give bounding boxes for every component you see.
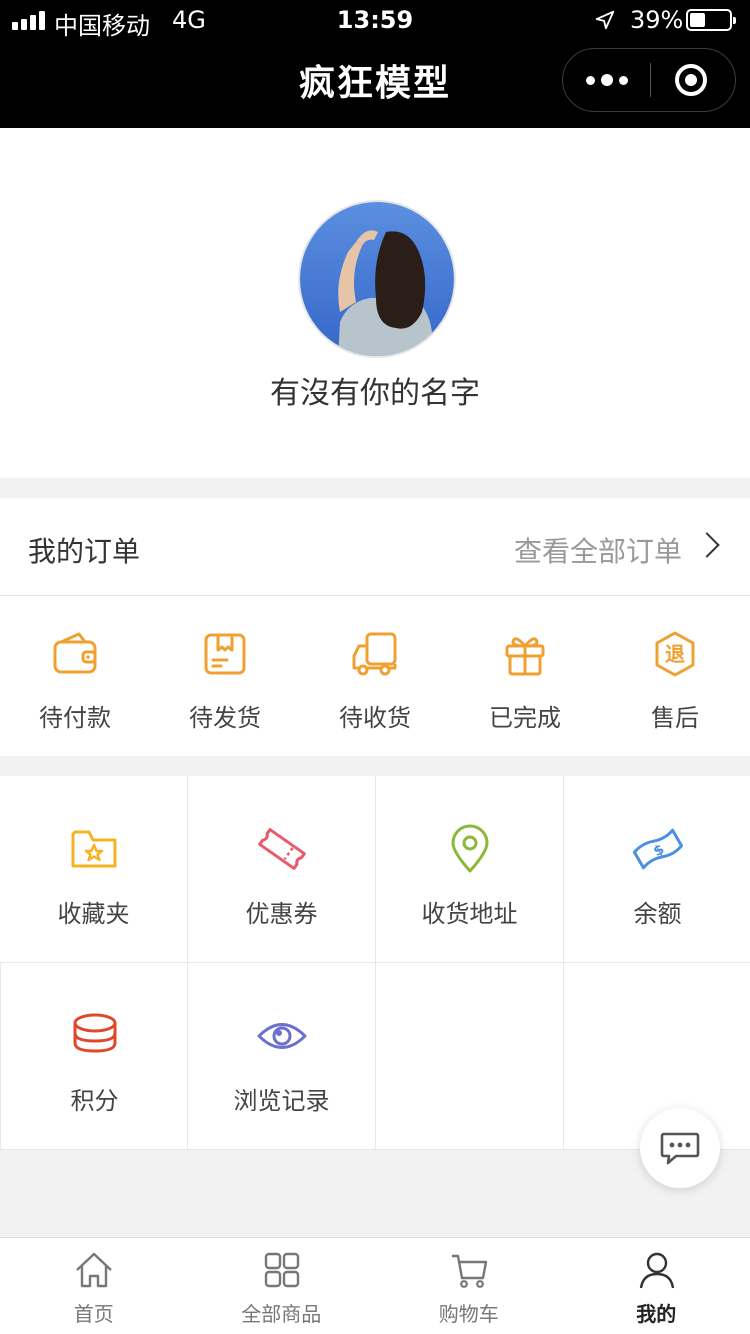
refund-badge-text: 退 — [665, 642, 685, 666]
order-label: 待发货 — [189, 704, 261, 732]
services-grid: 收藏夹 优惠券 收货地址 $ 余额 积分 浏览记录 — [0, 776, 750, 1150]
close-target-icon[interactable] — [675, 64, 707, 96]
service-points[interactable]: 积分 — [0, 963, 188, 1150]
avatar[interactable] — [298, 200, 456, 358]
tab-label: 全部商品 — [241, 1302, 322, 1326]
eye-icon — [257, 1023, 307, 1049]
truck-icon — [352, 632, 397, 676]
service-coupons[interactable]: 优惠券 — [188, 776, 376, 963]
gift-icon — [505, 637, 545, 676]
customer-service-button[interactable] — [640, 1108, 720, 1188]
grid-icon — [264, 1252, 299, 1288]
tab-cart[interactable]: 购物车 — [375, 1238, 563, 1334]
refund-icon: 退 — [655, 631, 695, 677]
avatar-image — [300, 202, 454, 356]
order-label: 售后 — [651, 704, 699, 732]
tab-label: 首页 — [73, 1302, 114, 1326]
order-after-sales[interactable]: 退 售后 — [600, 596, 750, 756]
top-bar: 中国移动 4G 13:59 39% 疯狂模型 — [0, 0, 750, 128]
more-options-icon[interactable] — [563, 49, 650, 111]
service-label: 余额 — [633, 900, 682, 928]
service-label: 积分 — [70, 1087, 119, 1115]
home-icon — [76, 1252, 112, 1288]
chevron-right-icon — [694, 532, 720, 558]
profile-section: 有沒有你的名字 — [0, 128, 750, 478]
order-pending-receipt[interactable]: 待收货 — [300, 596, 450, 756]
person-icon — [639, 1252, 674, 1289]
orders-header[interactable]: 我的订单 查看全部订单 — [0, 498, 750, 596]
tab-mine[interactable]: 我的 — [563, 1238, 750, 1334]
order-status-row: 待付款 待发货 待收货 已完成 退 售后 — [0, 596, 750, 756]
tab-label: 购物车 — [438, 1302, 499, 1326]
order-label: 已完成 — [489, 704, 561, 732]
cart-icon — [452, 1254, 488, 1288]
status-bar: 中国移动 4G 13:59 39% — [0, 0, 750, 40]
order-completed[interactable]: 已完成 — [450, 596, 600, 756]
tab-bar: 首页 全部商品 购物车 我的 — [0, 1237, 750, 1334]
location-arrow-icon — [595, 10, 615, 30]
service-label: 收藏夹 — [57, 900, 130, 928]
service-label: 优惠券 — [245, 900, 318, 928]
tab-label: 我的 — [636, 1302, 677, 1326]
service-balance[interactable]: $ 余额 — [564, 776, 750, 963]
coins-icon — [73, 1013, 117, 1053]
orders-section: 我的订单 查看全部订单 待付款 待发货 待收货 已完成 退 售后 — [0, 498, 750, 756]
balance-bill-icon: $ — [633, 828, 683, 870]
location-pin-icon — [451, 824, 489, 873]
capsule-divider — [650, 63, 651, 97]
service-history[interactable]: 浏览记录 — [188, 963, 376, 1150]
battery-icon — [686, 9, 736, 31]
service-label: 收货地址 — [421, 900, 518, 928]
order-pending-shipment[interactable]: 待发货 — [150, 596, 300, 756]
favorite-folder-icon — [71, 830, 117, 868]
orders-title: 我的订单 — [28, 535, 141, 568]
battery-percent: 39% — [630, 6, 684, 34]
order-label: 待付款 — [39, 704, 111, 732]
view-all-orders-link[interactable]: 查看全部订单 — [514, 530, 682, 570]
chat-bubble-icon — [660, 1132, 700, 1165]
service-label: 浏览记录 — [233, 1087, 330, 1115]
wallet-icon — [53, 632, 97, 674]
service-address[interactable]: 收货地址 — [376, 776, 564, 963]
package-icon — [204, 633, 246, 675]
tab-all-products[interactable]: 全部商品 — [188, 1238, 376, 1334]
empty-cell — [376, 963, 564, 1150]
coupon-icon — [258, 828, 306, 870]
username: 有沒有你的名字 — [270, 376, 480, 411]
mini-program-capsule — [562, 48, 736, 112]
service-favorites[interactable]: 收藏夹 — [0, 776, 188, 963]
order-pending-payment[interactable]: 待付款 — [0, 596, 150, 756]
order-label: 待收货 — [339, 704, 411, 732]
tab-home[interactable]: 首页 — [0, 1238, 188, 1334]
